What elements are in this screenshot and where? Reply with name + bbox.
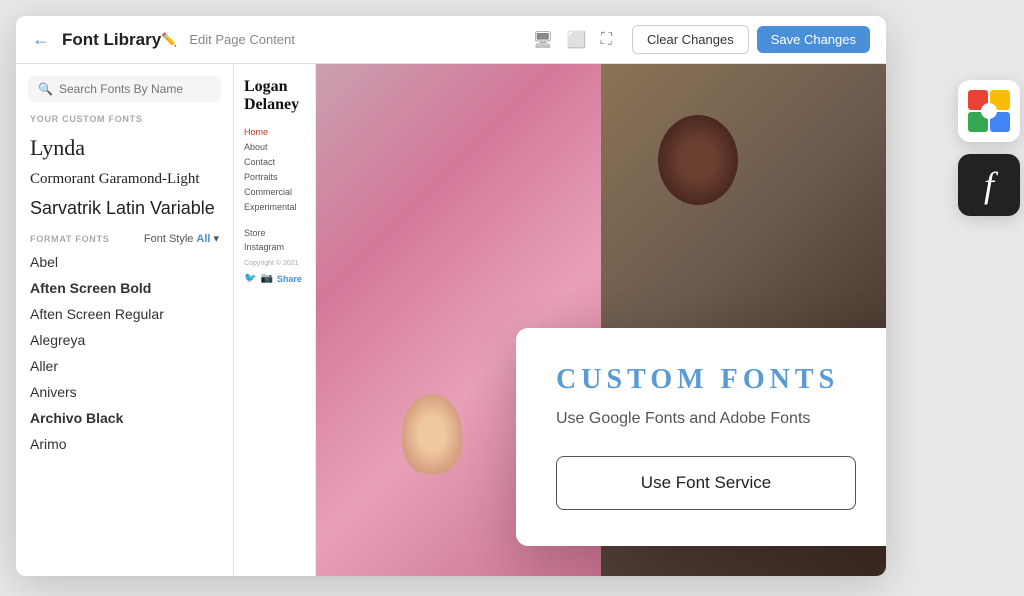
search-icon: 🔍: [38, 82, 53, 96]
font-item-arimo[interactable]: Arimo: [16, 431, 233, 457]
site-nav-commercial[interactable]: Commercial: [244, 187, 305, 197]
sidebar: 🔍 YOUR CUSTOM FONTS Lynda Cormorant Gara…: [16, 64, 234, 576]
toolbar-icons: 🖥 ⬜ ⛶: [533, 30, 612, 50]
custom-font-sarvatrik[interactable]: Sarvatrik Latin Variable: [16, 193, 233, 224]
font-style-select[interactable]: Font Style All ▾: [144, 232, 219, 245]
site-footer-store[interactable]: Store: [244, 228, 305, 238]
adobe-f-letter: f: [984, 164, 994, 206]
search-box[interactable]: 🔍: [28, 76, 221, 102]
site-nav-experimental[interactable]: Experimental: [244, 202, 305, 212]
overlay-title: CUSTOM FONTS: [556, 364, 856, 396]
font-item-alegreya[interactable]: Alegreya: [16, 327, 233, 353]
save-changes-button[interactable]: Save Changes: [757, 26, 870, 53]
back-button[interactable]: ←: [32, 29, 50, 50]
monitor-icon[interactable]: 🖥: [533, 30, 553, 50]
share-button[interactable]: Share: [277, 274, 302, 284]
font-item-aften-regular[interactable]: Aften Screen Regular: [16, 301, 233, 327]
format-fonts-label: FORMAT FONTS: [30, 234, 109, 244]
site-copyright: Copyright © 2021: [244, 260, 305, 267]
twitter-icon[interactable]: 🐦: [244, 273, 256, 284]
overlay-subtitle: Use Google Fonts and Adobe Fonts: [556, 410, 856, 428]
tablet-icon[interactable]: ⬜: [567, 30, 587, 50]
site-nav-home[interactable]: Home: [244, 127, 305, 137]
adobe-fonts-icon[interactable]: f: [958, 154, 1020, 216]
site-sidebar: Logan Delaney Home About Contact Portrai…: [234, 64, 316, 576]
format-row: FORMAT FONTS Font Style All ▾: [16, 224, 233, 249]
search-input[interactable]: [59, 82, 211, 96]
font-item-abel[interactable]: Abel: [16, 249, 233, 275]
instagram-icon[interactable]: 📷: [260, 273, 272, 284]
font-item-aller[interactable]: Aller: [16, 353, 233, 379]
site-nav-portraits[interactable]: Portraits: [244, 172, 305, 182]
site-name: Logan Delaney: [244, 78, 305, 113]
custom-font-lynda[interactable]: Lynda: [16, 130, 233, 166]
site-social: 🐦 📷 Share: [244, 273, 305, 284]
site-footer: Store Instagram: [244, 228, 305, 252]
site-nav-about[interactable]: About: [244, 142, 305, 152]
main-area: 🔍 YOUR CUSTOM FONTS Lynda Cormorant Gara…: [16, 64, 886, 576]
custom-fonts-label: YOUR CUSTOM FONTS: [16, 114, 233, 130]
browser-window: ← Font Library ✏️ Edit Page Content 🖥 ⬜ …: [16, 16, 886, 576]
font-item-aften-bold[interactable]: Aften Screen Bold: [16, 275, 233, 301]
site-footer-instagram[interactable]: Instagram: [244, 242, 305, 252]
clear-changes-button[interactable]: Clear Changes: [632, 25, 749, 54]
edit-page-label: Edit Page Content: [189, 32, 295, 47]
custom-font-cormorant[interactable]: Cormorant Garamond-Light: [16, 166, 233, 193]
preview-area: Logan Delaney Home About Contact Portrai…: [234, 64, 886, 576]
site-nav-contact[interactable]: Contact: [244, 157, 305, 167]
font-item-anivers[interactable]: Anivers: [16, 379, 233, 405]
panel-title: Font Library: [62, 30, 161, 50]
side-icons: f: [958, 80, 1020, 216]
edit-icon: ✏️: [161, 32, 177, 48]
google-fonts-icon[interactable]: [958, 80, 1020, 142]
top-bar: ← Font Library ✏️ Edit Page Content 🖥 ⬜ …: [16, 16, 886, 64]
overlay-card: CUSTOM FONTS Use Google Fonts and Adobe …: [516, 328, 886, 546]
font-item-archivo-black[interactable]: Archivo Black: [16, 405, 233, 431]
expand-icon[interactable]: ⛶: [601, 31, 612, 49]
use-font-service-button[interactable]: Use Font Service: [556, 456, 856, 510]
